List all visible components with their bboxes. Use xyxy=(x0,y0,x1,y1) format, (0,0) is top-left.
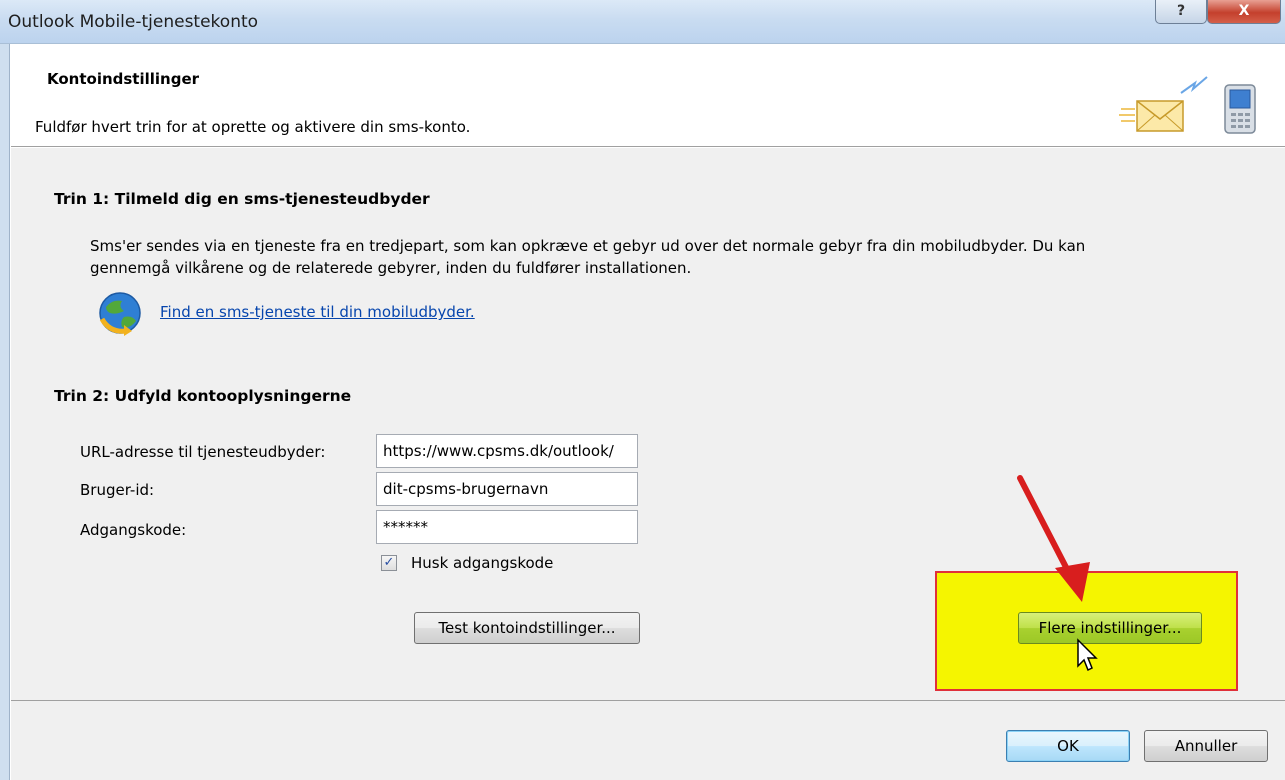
step1-description-line1: Sms'er sendes via en tjeneste fra en tre… xyxy=(90,237,1086,255)
close-button[interactable]: X xyxy=(1207,0,1281,24)
annotation-arrow xyxy=(1017,475,1090,602)
title-bar: Outlook Mobile-tjenestekonto ? X xyxy=(0,0,1285,44)
help-icon: ? xyxy=(1176,3,1186,19)
user-id-input[interactable]: dit-cpsms-brugernavn xyxy=(376,472,638,506)
mouse-cursor-icon xyxy=(1077,638,1098,672)
window-title: Outlook Mobile-tjenestekonto xyxy=(8,12,259,32)
sms-envelope-icon xyxy=(1119,76,1208,132)
remember-password-checkbox[interactable]: ✓ xyxy=(381,555,397,571)
step1-description-line2: gennemgå vilkårene og de relaterede geby… xyxy=(90,259,692,277)
step1-title: Trin 1: Tilmeld dig en sms-tjenesteudbyd… xyxy=(54,190,430,208)
mobile-phone-icon xyxy=(1224,84,1256,134)
header-subtitle: Fuldfør hvert trin for at oprette og akt… xyxy=(35,118,471,136)
user-id-label: Bruger-id: xyxy=(80,481,155,499)
step2-title: Trin 2: Udfyld kontooplysningerne xyxy=(54,387,352,405)
cancel-button[interactable]: Annuller xyxy=(1144,730,1268,762)
password-label: Adgangskode: xyxy=(80,521,187,539)
test-account-settings-button[interactable]: Test kontoindstillinger... xyxy=(414,612,640,644)
window-left-edge xyxy=(0,44,10,780)
header-title: Kontoindstillinger xyxy=(47,70,200,88)
find-sms-service-link[interactable]: Find en sms-tjeneste til din mobiludbyde… xyxy=(160,303,475,321)
help-button[interactable]: ? xyxy=(1155,0,1207,24)
password-input[interactable]: ****** xyxy=(376,510,638,544)
ok-button[interactable]: OK xyxy=(1006,730,1130,762)
dialog-header: Kontoindstillinger Fuldfør hvert trin fo… xyxy=(11,45,1285,147)
more-settings-button[interactable]: Flere indstillinger... xyxy=(1018,612,1202,644)
remember-password-label[interactable]: Husk adgangskode xyxy=(411,554,553,572)
globe-icon xyxy=(99,292,141,336)
close-icon: X xyxy=(1238,3,1250,19)
url-input[interactable]: https://www.cpsms.dk/outlook/ xyxy=(376,434,638,468)
url-label: URL-adresse til tjenesteudbyder: xyxy=(80,443,326,461)
